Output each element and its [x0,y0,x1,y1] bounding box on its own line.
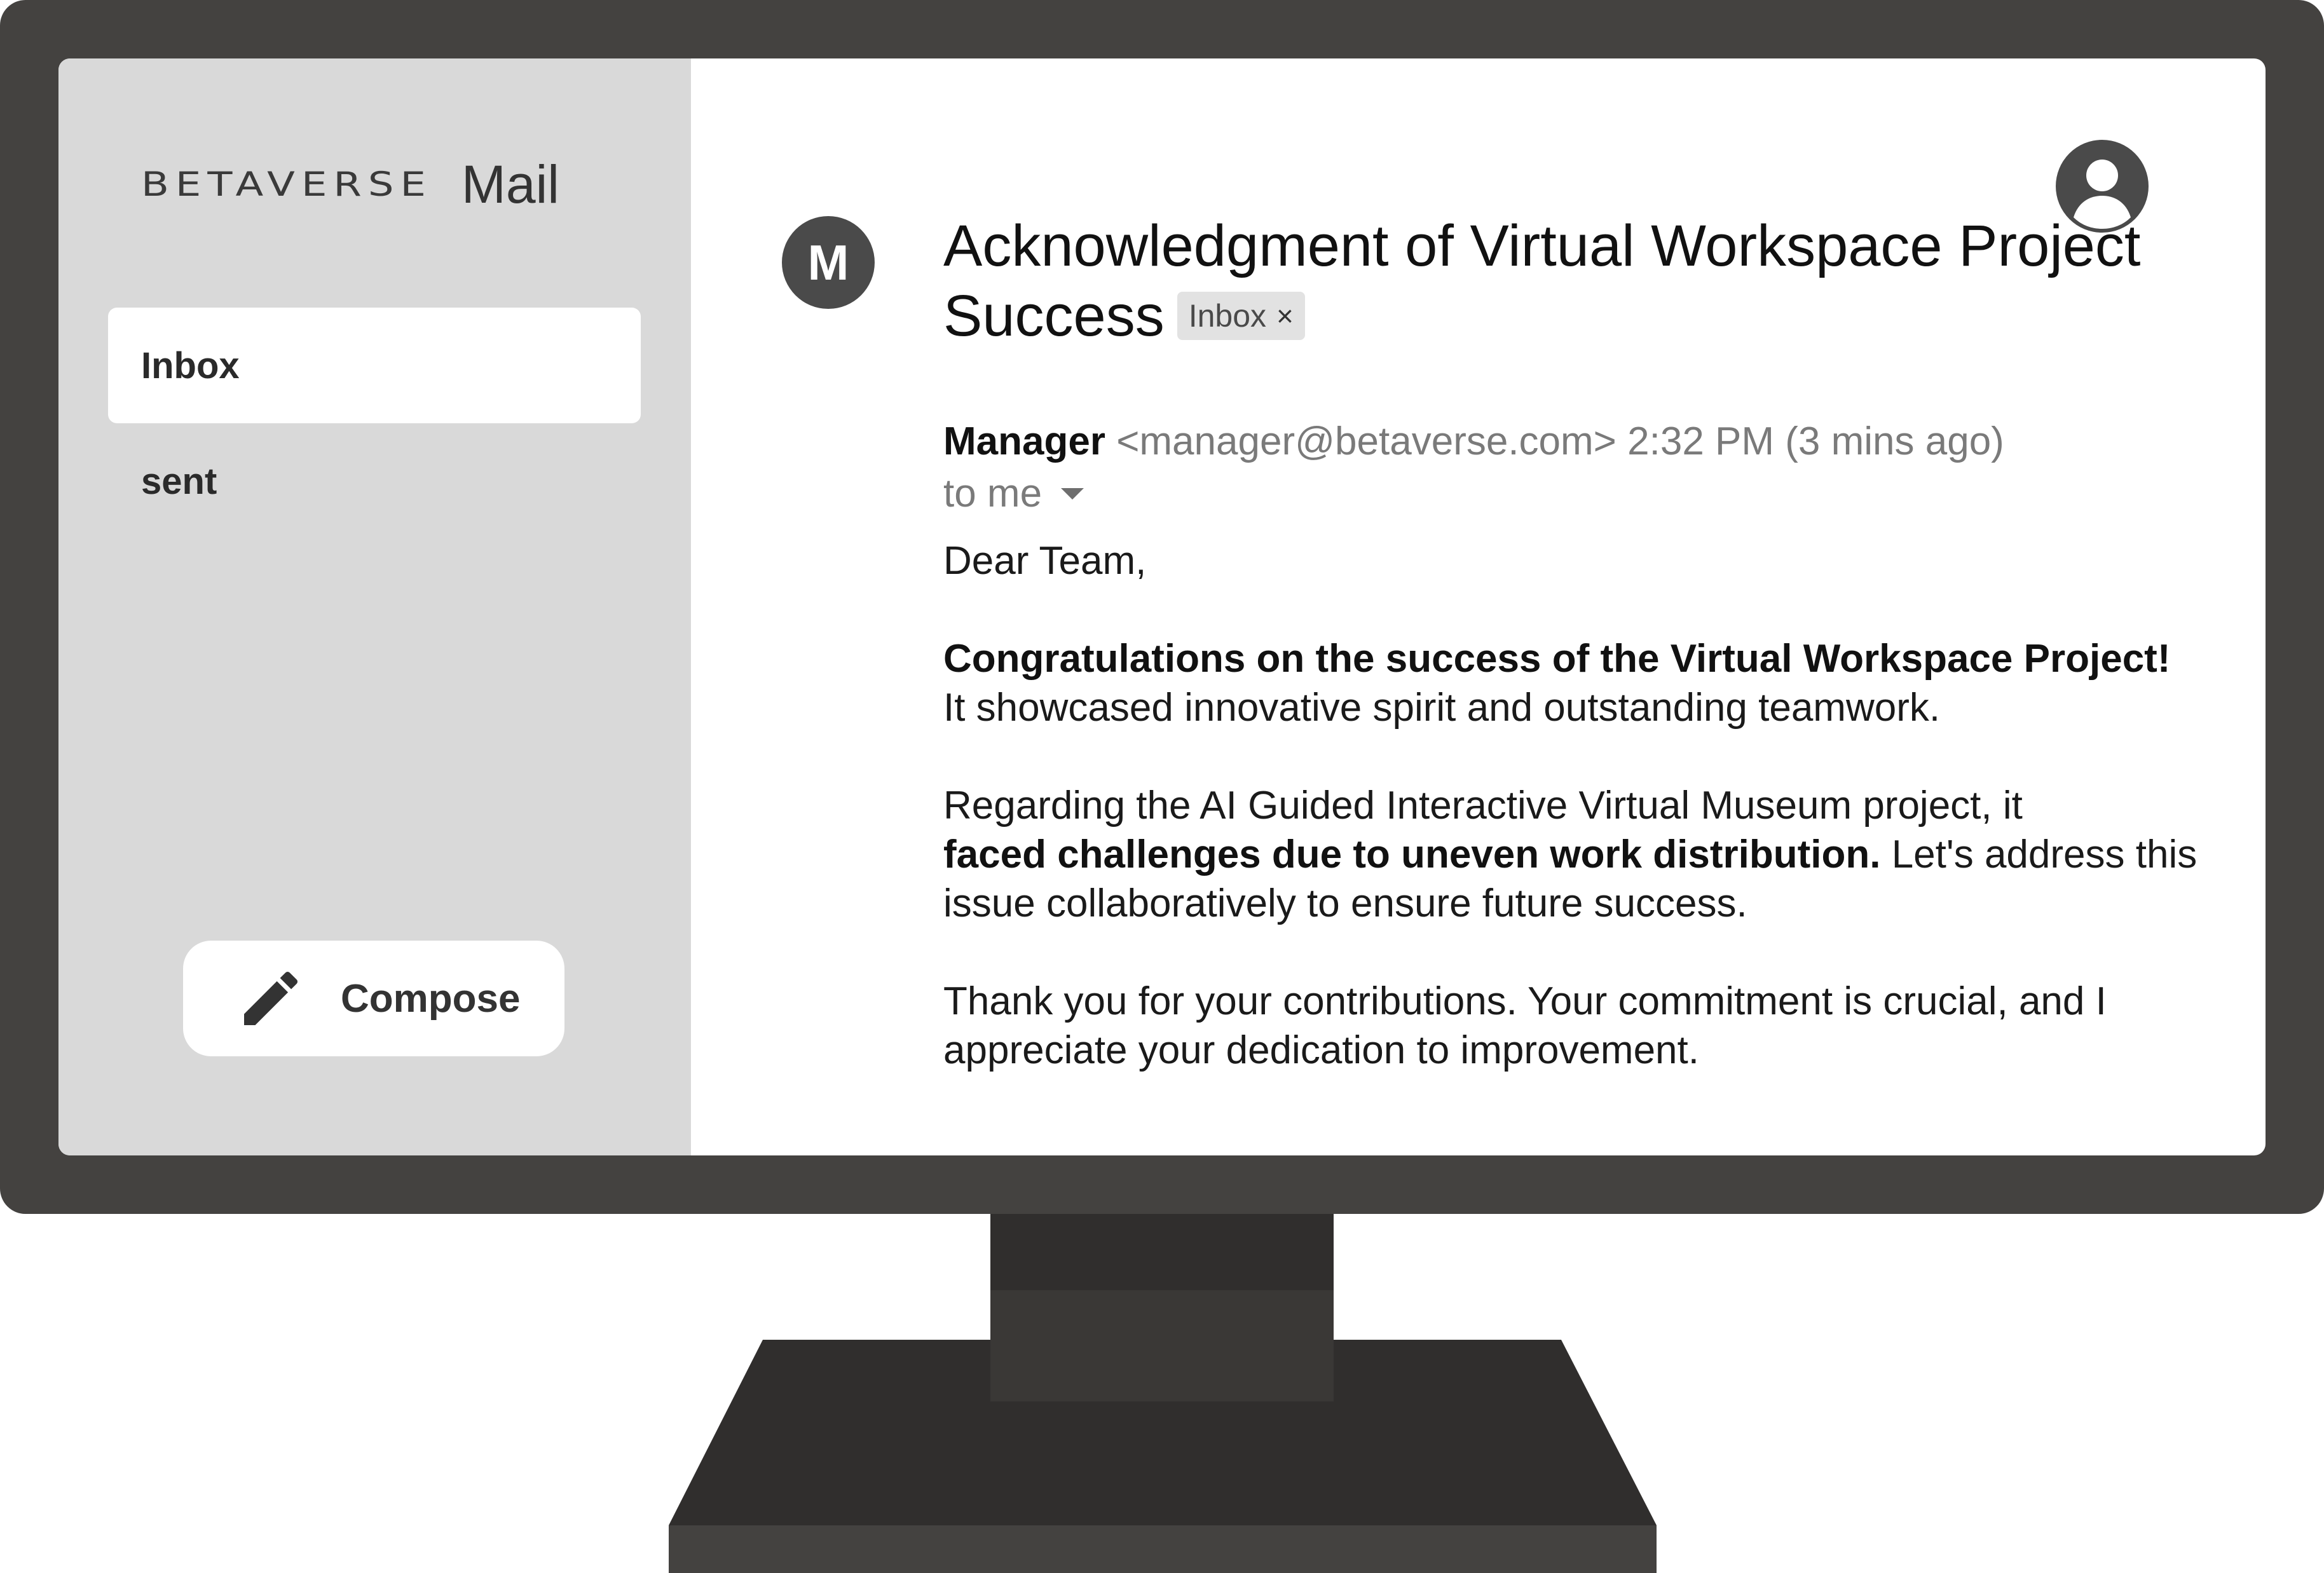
monitor-neck-lower [990,1290,1334,1401]
brand: BETAVERSE Mail [141,154,559,215]
sender-email: <manager@betaverse.com> [1116,419,1617,463]
greeting-text: Dear Team, [943,539,1147,583]
paragraph-3-text: Thank you for your contributions. Your c… [943,979,2107,1072]
compose-label: Compose [341,976,521,1021]
sender-avatar: M [782,216,875,309]
remove-label-icon[interactable]: × [1276,293,1294,339]
paragraph-1-text: It showcased innovative spirit and outst… [943,686,1941,730]
email-body: Dear Team, Congratulations on the succes… [943,536,2227,1124]
recipient-line: to me [943,468,1084,519]
chevron-down-icon[interactable] [1061,488,1084,500]
email-paragraph-1: Congratulations on the success of the Vi… [943,634,2227,732]
sidebar-item-label: sent [141,460,217,502]
paragraph-1-bold: Congratulations on the success of the Vi… [943,637,2171,681]
email-subject-text: Acknowledgment of Virtual Workspace Proj… [943,214,2141,348]
sidebar-item-sent[interactable]: sent [108,423,641,539]
recipient-text: to me [943,472,1042,515]
label-chip-text: Inbox [1188,298,1267,334]
monitor-neck [990,1214,1334,1290]
email-paragraph-3: Thank you for your contributions. Your c… [943,977,2227,1075]
email-greeting: Dear Team, [943,536,2227,585]
label-chip-inbox: Inbox × [1177,292,1305,340]
email-paragraph-2: Regarding the AI Guided Interactive Virt… [943,781,2227,928]
paragraph-2-bold: faced challenges due to uneven work dist… [943,833,1881,876]
sidebar-item-label: Inbox [141,344,240,386]
sidebar: BETAVERSE Mail Inbox sent Compose [58,58,691,1155]
paragraph-2-start: Regarding the AI Guided Interactive Virt… [943,784,2023,827]
email-subject: Acknowledgment of Virtual Workspace Proj… [943,211,2151,351]
sidebar-item-inbox[interactable]: Inbox [108,308,641,423]
app-name: Mail [461,154,559,214]
sender-info: Manager <manager@betaverse.com> 2:32 PM … [943,416,2004,467]
brand-logo: BETAVERSE [141,165,432,204]
pencil-icon [244,971,298,1025]
compose-button[interactable]: Compose [183,941,564,1056]
sender-name: Manager [943,419,1105,463]
avatar-letter: M [807,234,849,290]
screen: BETAVERSE Mail Inbox sent Compose M Ackn… [58,58,2266,1155]
email-timestamp: 2:32 PM (3 mins ago) [1627,419,2004,463]
